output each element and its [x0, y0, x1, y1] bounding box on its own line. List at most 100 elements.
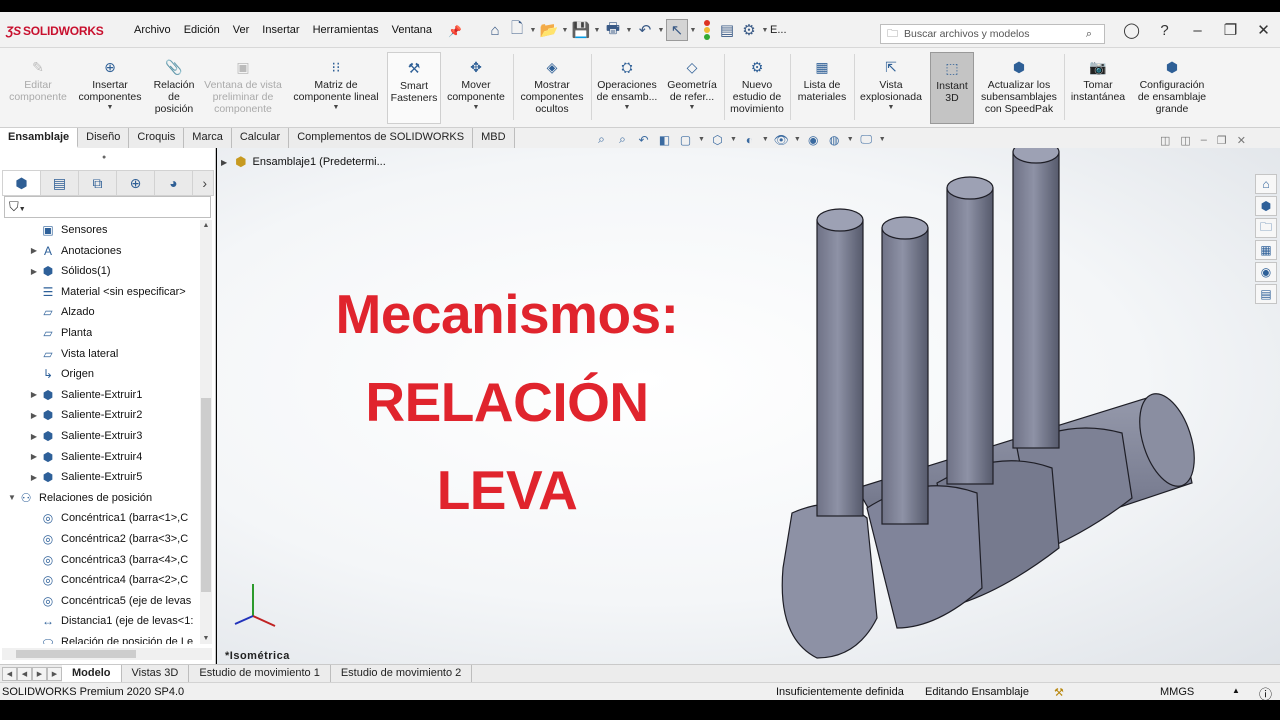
- expand-arrow-icon[interactable]: ▶: [28, 432, 40, 441]
- scene-dropdown-icon[interactable]: ▼: [847, 136, 854, 143]
- print-icon[interactable]: 🖶: [602, 19, 624, 41]
- display-style-dropdown-icon[interactable]: ▼: [762, 136, 769, 143]
- scene-icon[interactable]: ◍: [826, 131, 843, 148]
- tab-modelo[interactable]: Modelo: [62, 664, 122, 683]
- panel-grip-icon[interactable]: ●: [102, 154, 106, 161]
- toolbar-overflow[interactable]: E...: [770, 19, 787, 41]
- section-view-icon[interactable]: ◧: [656, 131, 673, 148]
- next-tab-icon[interactable]: ▶: [32, 666, 47, 681]
- minimize-icon[interactable]: –: [1181, 22, 1214, 39]
- expand-arrow-icon[interactable]: ▶: [221, 158, 227, 167]
- restore-icon[interactable]: ❐: [1214, 21, 1247, 39]
- tab-mbd[interactable]: MBD: [473, 128, 515, 148]
- tab-diseno[interactable]: Diseño: [78, 128, 130, 148]
- component-preview-button[interactable]: ▣ Ventana de vista preliminar de componen…: [200, 52, 286, 124]
- last-tab-icon[interactable]: ▶: [47, 666, 62, 681]
- appearance-icon[interactable]: ◉: [805, 131, 822, 148]
- menu-herramientas[interactable]: Herramientas: [313, 24, 379, 36]
- viewport-minimize-icon[interactable]: –: [1201, 134, 1207, 147]
- tree-item[interactable]: ◎ Concéntrica4 (barra<2>,C: [0, 570, 200, 590]
- edit-component-button[interactable]: ✎ Editar componente: [6, 52, 70, 124]
- help-icon[interactable]: ?: [1148, 22, 1181, 39]
- tree-item[interactable]: ▱ Planta: [0, 323, 200, 343]
- search-icon[interactable]: ⌕: [1086, 28, 1092, 41]
- display-manager-tab-icon[interactable]: ◕: [155, 171, 193, 195]
- save-icon[interactable]: 💾: [570, 19, 592, 41]
- tree-item[interactable]: ▶ ⬢ Saliente-Extruir2: [0, 405, 200, 425]
- tree-item[interactable]: ↔ Distancia1 (eje de levas<1:: [0, 611, 200, 631]
- tab-croquis[interactable]: Croquis: [129, 128, 185, 148]
- select-dropdown-icon[interactable]: ▼: [688, 27, 698, 34]
- menu-ventana[interactable]: Ventana: [392, 24, 432, 36]
- first-tab-icon[interactable]: ◀: [2, 666, 17, 681]
- chevron-right-icon[interactable]: ›: [202, 175, 207, 191]
- show-hidden-components-button[interactable]: ◈ Mostrar componentes ocultos: [516, 52, 588, 124]
- custom-properties-icon[interactable]: ▤: [1255, 284, 1277, 304]
- tree-item[interactable]: ◎ Concéntrica2 (barra<3>,C: [0, 529, 200, 549]
- open-dropdown-icon[interactable]: ▼: [560, 27, 570, 34]
- expand-arrow-icon[interactable]: ▶: [28, 246, 40, 255]
- take-snapshot-button[interactable]: 📷 Tomar instantánea: [1066, 52, 1130, 124]
- search-box[interactable]: 🗀 Buscar archivos y modelos ⌕: [880, 24, 1105, 44]
- exploded-view-dropdown-icon[interactable]: ▼: [888, 104, 895, 111]
- viewport-restore-icon[interactable]: ❐: [1217, 134, 1227, 147]
- viewport-expand-left-icon[interactable]: ◫: [1160, 134, 1170, 147]
- hide-show-dropdown-icon[interactable]: ▼: [794, 136, 801, 143]
- print-dropdown-icon[interactable]: ▼: [624, 27, 634, 34]
- exploded-view-button[interactable]: ⇱ Vista explosionada ▼: [856, 52, 926, 124]
- assembly-features-dropdown-icon[interactable]: ▼: [624, 104, 631, 111]
- reference-geometry-dropdown-icon[interactable]: ▼: [689, 104, 696, 111]
- select-cursor-icon[interactable]: ↖: [666, 19, 688, 41]
- insert-components-dropdown-icon[interactable]: ▼: [107, 104, 114, 111]
- view-settings-dropdown-icon[interactable]: ▼: [879, 136, 886, 143]
- linear-component-pattern-button[interactable]: ⁝⁝ Matriz de componente lineal ▼: [288, 52, 384, 124]
- hscrollbar-thumb[interactable]: [16, 650, 136, 658]
- assembly-breadcrumb[interactable]: ▶ ⬢ Ensamblaje1 (Predetermi...: [221, 154, 386, 170]
- scrollbar-thumb[interactable]: [201, 398, 211, 592]
- feature-tree-hscrollbar[interactable]: [2, 648, 212, 660]
- tab-marca[interactable]: Marca: [184, 128, 232, 148]
- tab-ensamblaje[interactable]: Ensamblaje: [0, 128, 79, 148]
- expand-arrow-icon[interactable]: ▶: [28, 390, 40, 399]
- tree-item[interactable]: ⬭ Relación de posición de Le: [0, 632, 200, 645]
- tree-item[interactable]: ▶ A Anotaciones: [0, 241, 200, 261]
- menu-archivo[interactable]: Archivo: [134, 24, 171, 36]
- view-orientation-icon[interactable]: ⬡: [709, 131, 726, 148]
- view-palette-icon[interactable]: ▦: [1255, 240, 1277, 260]
- menu-ver[interactable]: Ver: [233, 24, 250, 36]
- new-document-icon[interactable]: 🗋: [506, 19, 528, 41]
- prev-tab-icon[interactable]: ◀: [17, 666, 32, 681]
- large-assembly-settings-button[interactable]: ⬢ Configuración de ensamblaje grande: [1132, 52, 1212, 124]
- collapse-arrow-icon[interactable]: ▼: [6, 493, 18, 502]
- appearances-icon[interactable]: ◉: [1255, 262, 1277, 282]
- follower-rod-4[interactable]: [1012, 151, 1060, 449]
- move-component-button[interactable]: ✥ Mover componente ▼: [444, 52, 508, 124]
- expand-arrow-icon[interactable]: ▶: [28, 473, 40, 482]
- viewport-expand-right-icon[interactable]: ◫: [1180, 134, 1190, 147]
- dynamic-annotation-icon[interactable]: ▢: [677, 131, 694, 148]
- follower-rod-3[interactable]: [946, 187, 994, 485]
- tree-item[interactable]: ▶ ⬢ Saliente-Extruir3: [0, 426, 200, 446]
- expand-arrow-icon[interactable]: ▶: [28, 267, 40, 276]
- tree-item[interactable]: ▶ ⬢ Saliente-Extruir4: [0, 447, 200, 467]
- tree-item[interactable]: ▣ Sensores: [0, 220, 200, 240]
- tab-calcular[interactable]: Calcular: [231, 128, 290, 148]
- open-icon[interactable]: 📂: [538, 19, 560, 41]
- rebuild-status-icon[interactable]: ⚒: [1054, 686, 1064, 699]
- feature-tree-scrollbar[interactable]: ▲ ▼: [200, 220, 212, 644]
- new-motion-study-button[interactable]: ⚙ Nuevo estudio de movimiento: [726, 52, 788, 124]
- orientation-dropdown-icon[interactable]: ▼: [730, 136, 737, 143]
- update-speedpak-button[interactable]: ⬢ Actualizar los subensamblajes con Speed…: [976, 52, 1062, 124]
- viewport-close-icon[interactable]: ✕: [1237, 134, 1246, 147]
- hide-show-items-icon[interactable]: 👁: [773, 131, 790, 148]
- tree-item[interactable]: ▶ ⬢ Sólidos(1): [0, 261, 200, 281]
- previous-view-icon[interactable]: ↶: [635, 131, 652, 148]
- undo-dropdown-icon[interactable]: ▼: [656, 27, 666, 34]
- view-settings-icon[interactable]: 🖵: [858, 131, 875, 148]
- zoom-to-fit-icon[interactable]: ⌕: [593, 131, 610, 148]
- scroll-down-icon[interactable]: ▼: [200, 635, 212, 642]
- scroll-up-icon[interactable]: ▲: [200, 222, 212, 229]
- user-account-icon[interactable]: ◯: [1115, 21, 1148, 39]
- options-gear-icon[interactable]: ⚙: [738, 19, 760, 41]
- insert-components-button[interactable]: ⊕ Insertar componentes ▼: [74, 52, 146, 124]
